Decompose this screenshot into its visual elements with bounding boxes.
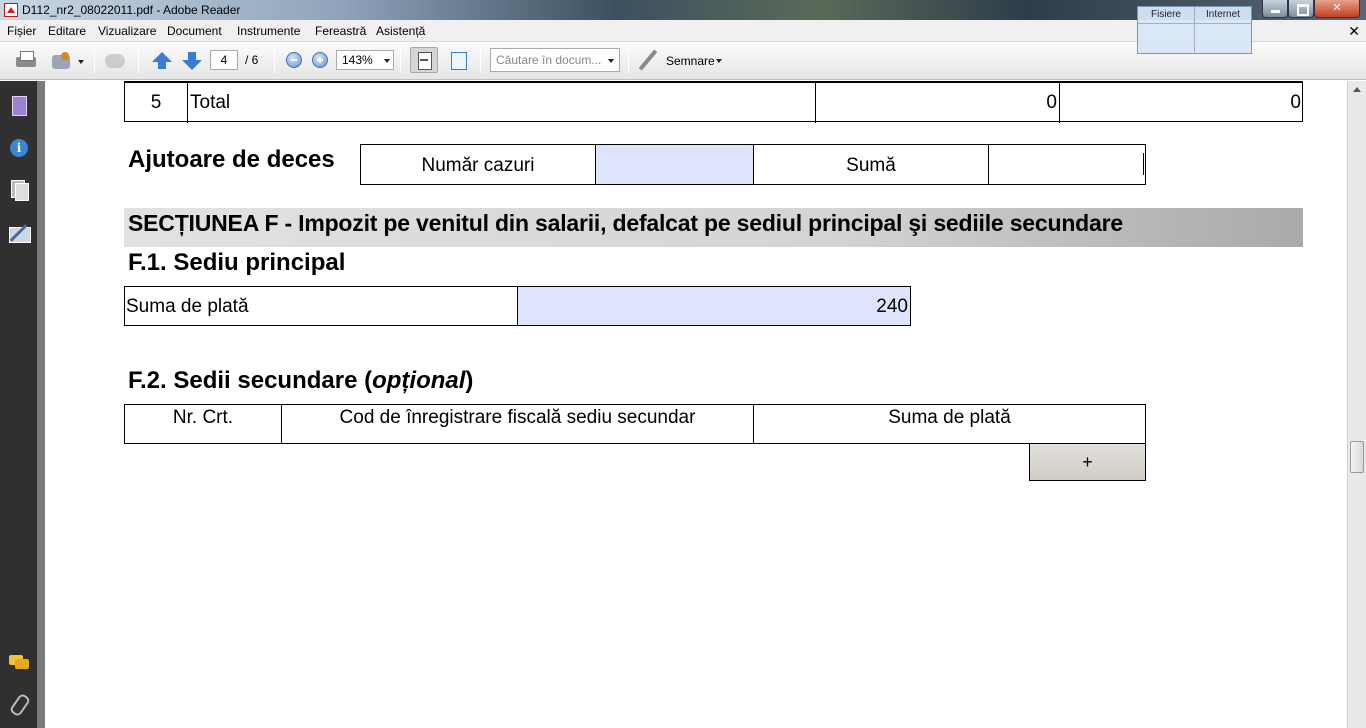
toolbar-separator xyxy=(480,49,481,73)
numar-cazuri-label: Număr cazuri xyxy=(360,144,596,185)
zoom-dropdown-icon[interactable] xyxy=(384,59,390,63)
comment-stamp-icon[interactable] xyxy=(104,50,128,72)
tab-internet[interactable]: Internet xyxy=(1195,7,1251,23)
overlay-panel-body xyxy=(1138,23,1251,54)
col-header-cod-fiscal: Cod de înregistrare fiscală sediu secund… xyxy=(281,404,754,444)
ajutoare-heading: Ajutoare de deces xyxy=(128,146,335,173)
menu-vizualizare[interactable]: Vizualizare xyxy=(98,24,156,38)
maximize-button[interactable] xyxy=(1288,0,1314,18)
share-icon[interactable] xyxy=(50,50,74,72)
attachment-icon[interactable] xyxy=(9,694,29,714)
comments-icon[interactable] xyxy=(9,652,29,672)
close-window-button[interactable]: ✕ xyxy=(1314,0,1360,18)
sign-dropdown-icon[interactable] xyxy=(716,59,722,63)
f2-heading-italic: opțional xyxy=(372,367,466,394)
sign-button[interactable]: Semnare xyxy=(666,54,715,68)
close-document-icon[interactable]: ✕ xyxy=(1348,23,1360,40)
toolbar-separator xyxy=(94,49,95,73)
f2-heading-suffix: ) xyxy=(465,367,474,394)
col-header-nr-crt: Nr. Crt. xyxy=(124,404,282,444)
fit-page-icon[interactable] xyxy=(448,50,470,72)
minimize-button[interactable] xyxy=(1262,0,1288,18)
total-row-number: 5 xyxy=(125,83,188,123)
pen-sign-icon[interactable] xyxy=(636,49,660,71)
text-cursor xyxy=(1143,153,1144,175)
numar-cazuri-field[interactable] xyxy=(595,144,754,185)
window-title: D112_nr2_08022011.pdf - Adobe Reader xyxy=(22,3,241,17)
suma-field[interactable] xyxy=(988,144,1146,185)
suma-label: Sumă xyxy=(753,144,989,185)
page-thumbnails-icon[interactable] xyxy=(9,96,29,116)
menu-editare[interactable]: Editare xyxy=(48,24,86,38)
pdf-icon xyxy=(4,3,18,17)
toolbar-separator xyxy=(400,49,401,73)
total-value-2[interactable]: 0 xyxy=(1060,83,1303,123)
layers-icon[interactable] xyxy=(9,180,29,201)
scroll-up-icon[interactable] xyxy=(1353,87,1361,92)
signatures-icon[interactable] xyxy=(9,224,31,244)
page-number-input[interactable]: 4 xyxy=(210,50,238,70)
menu-asistenta[interactable]: Asistență xyxy=(376,24,425,38)
zoom-in-icon[interactable] xyxy=(312,52,328,68)
info-icon[interactable] xyxy=(9,139,29,159)
search-input[interactable]: Căutare în docum... xyxy=(490,48,620,72)
suma-plata-field[interactable]: 240 xyxy=(517,286,911,326)
toolbar-separator xyxy=(138,49,139,73)
share-dropdown-icon[interactable] xyxy=(78,60,84,64)
section-f-title: SECȚIUNEA F - Impozit pe venitul din sal… xyxy=(128,210,1123,236)
menu-fisier[interactable]: Fișier xyxy=(7,24,36,38)
total-value-1[interactable]: 0 xyxy=(816,83,1060,123)
print-icon[interactable] xyxy=(14,50,38,72)
scrollbar-thumb[interactable] xyxy=(1350,441,1364,473)
toolbar-separator xyxy=(628,49,629,73)
f2-heading-prefix: F.2. Sedii secundare ( xyxy=(128,367,373,394)
f2-heading: F.2. Sedii secundare (opțional) xyxy=(128,367,473,395)
add-row-button[interactable]: + xyxy=(1029,443,1146,481)
menu-instrumente[interactable]: Instrumente xyxy=(237,24,300,38)
vertical-scrollbar[interactable] xyxy=(1347,81,1366,728)
f1-heading: F.1. Sediu principal xyxy=(128,249,346,276)
next-page-icon[interactable] xyxy=(180,50,204,72)
overlay-tabs-panel: Fisiere Internet xyxy=(1137,6,1252,54)
total-row: 5 Total 0 0 xyxy=(124,82,1303,123)
menu-fereastra[interactable]: Fereastră xyxy=(315,24,366,38)
previous-page-icon[interactable] xyxy=(150,50,174,72)
zoom-out-icon[interactable] xyxy=(286,52,302,68)
tab-fisiere[interactable]: Fisiere xyxy=(1138,7,1195,23)
col-header-suma-plata: Suma de plată xyxy=(753,404,1146,444)
page-total-label: / 6 xyxy=(245,53,259,67)
fit-width-icon[interactable] xyxy=(410,47,438,73)
total-row-label: Total xyxy=(188,83,816,123)
search-dropdown-icon[interactable] xyxy=(608,59,614,63)
navigation-pane xyxy=(0,81,37,728)
menu-document[interactable]: Document xyxy=(167,24,222,38)
suma-plata-label: Suma de plată xyxy=(124,286,518,326)
toolbar-separator xyxy=(274,49,275,73)
